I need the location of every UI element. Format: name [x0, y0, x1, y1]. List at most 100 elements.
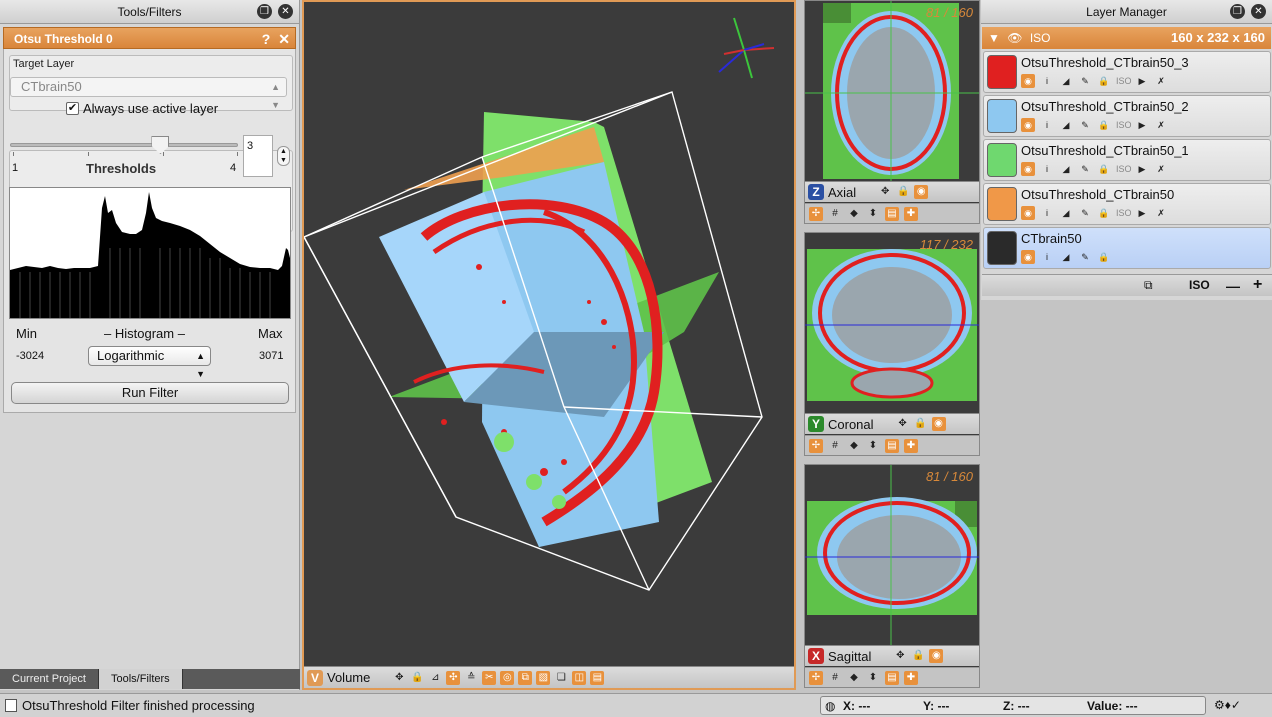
axial-viewer[interactable]: 81 / 160 Z Axial ✥ 🔒 ◉ ✢ # ◆ ⬍ ▤ ✚: [804, 0, 980, 224]
opacity-icon[interactable]: ◢: [1059, 118, 1073, 132]
info-icon[interactable]: i: [1040, 74, 1054, 88]
opacity-icon[interactable]: ◢: [1059, 74, 1073, 88]
coronal-view-name[interactable]: Coronal: [828, 417, 874, 432]
flip-vertical-icon[interactable]: ⬍: [866, 439, 880, 453]
info-icon[interactable]: i: [1040, 162, 1054, 176]
thresholds-input[interactable]: 3: [243, 135, 273, 177]
mask-layer-icon[interactable]: [987, 187, 1017, 221]
bbox-icon[interactable]: ◫: [572, 670, 587, 685]
message-icon[interactable]: [5, 699, 17, 712]
auto-view-icon[interactable]: ✥: [878, 185, 892, 199]
picking-icon[interactable]: ✢: [809, 438, 823, 453]
info-icon[interactable]: i: [1040, 206, 1054, 220]
overlay-icon[interactable]: ▤: [885, 206, 899, 221]
volume-view-name[interactable]: Volume: [327, 670, 370, 685]
visibility-icon[interactable]: ◉: [931, 417, 946, 431]
layer-row[interactable]: OtsuThreshold_CTbrain50_1 ◉ i ◢ ✎ 🔒 ISO …: [983, 139, 1271, 181]
flip-horizontal-icon[interactable]: ◆: [847, 207, 861, 221]
thresholds-stepper[interactable]: ▲ ▼: [277, 146, 290, 166]
brush-icon[interactable]: ✎: [1078, 118, 1092, 132]
orientation-icon[interactable]: ▧: [536, 670, 551, 685]
iso-label[interactable]: ISO: [1116, 118, 1132, 132]
lock-icon[interactable]: 🔒: [1097, 118, 1111, 132]
lock-icon[interactable]: 🔒: [1097, 250, 1111, 264]
brush-icon[interactable]: ✎: [1078, 74, 1092, 88]
tool-header[interactable]: Otsu Threshold 0 ? ✕: [3, 27, 296, 49]
always-active-row[interactable]: ✔ Always use active layer: [66, 101, 218, 116]
flip-vertical-icon[interactable]: ⬍: [866, 207, 880, 221]
compute-iso-icon[interactable]: ▶: [1135, 162, 1149, 176]
picking-icon[interactable]: ✢: [809, 206, 823, 221]
slice-lines-icon[interactable]: ✚: [904, 670, 918, 685]
add-layer-button[interactable]: +: [1253, 276, 1262, 294]
delete-iso-icon[interactable]: ✗: [1154, 206, 1168, 220]
opacity-icon[interactable]: ◢: [1059, 206, 1073, 220]
info-icon[interactable]: i: [1040, 250, 1054, 264]
always-active-checkbox[interactable]: ✔: [66, 102, 79, 115]
visibility-icon[interactable]: ◉: [1021, 250, 1035, 264]
flip-vertical-icon[interactable]: ⬍: [866, 671, 880, 685]
layer-row-selected[interactable]: CTbrain50 ◉ i ◢ ✎ 🔒: [983, 227, 1271, 269]
clip-icon[interactable]: ✂: [482, 670, 497, 685]
opacity-icon[interactable]: ◢: [1059, 250, 1073, 264]
undock-icon[interactable]: ❐: [1230, 4, 1245, 19]
sagittal-viewer[interactable]: 81 / 160 X Sagittal ✥ 🔒 ◉ ✢ # ◆ ⬍ ▤ ✚: [804, 464, 980, 688]
lock-icon[interactable]: 🔒: [1097, 162, 1111, 176]
snapshot-icon[interactable]: ▤: [590, 670, 605, 685]
lock-icon[interactable]: 🔒: [1097, 206, 1111, 220]
coronal-viewer[interactable]: 117 / 232 Y Coronal ✥ 🔒 ◉ ✢ # ◆ ⬍ ▤ ✚: [804, 232, 980, 456]
iso-label[interactable]: ISO: [1116, 162, 1132, 176]
iso-icon[interactable]: ◎: [500, 670, 515, 685]
iso-label[interactable]: ISO: [1116, 206, 1132, 220]
visibility-icon[interactable]: ◉: [929, 649, 944, 663]
visibility-icon[interactable]: ◉: [1021, 162, 1035, 176]
layer-row[interactable]: OtsuThreshold_CTbrain50_2 ◉ i ◢ ✎ 🔒 ISO …: [983, 95, 1271, 137]
light-icon[interactable]: ⊿: [428, 671, 442, 685]
grid-icon[interactable]: ≙: [464, 671, 478, 685]
visibility-icon[interactable]: ◉: [1021, 118, 1035, 132]
layer-row[interactable]: OtsuThreshold_CTbrain50_3 ◉ i ◢ ✎ 🔒 ISO …: [983, 51, 1271, 93]
delete-iso-icon[interactable]: ✗: [1154, 162, 1168, 176]
visibility-icon[interactable]: ◉: [914, 185, 929, 199]
status-tools-icon[interactable]: ⚙♦✓: [1214, 698, 1241, 712]
lock-icon[interactable]: 🔒: [911, 649, 925, 663]
lock-icon[interactable]: 🔒: [914, 417, 928, 431]
grid-icon[interactable]: #: [828, 439, 842, 453]
flip-horizontal-icon[interactable]: ◆: [847, 671, 861, 685]
overlay-icon[interactable]: ▤: [885, 438, 899, 453]
axial-view-name[interactable]: Axial: [828, 185, 856, 200]
run-filter-button[interactable]: Run Filter: [11, 382, 289, 404]
mask-layer-icon[interactable]: [987, 143, 1017, 177]
tab-tools-filters[interactable]: Tools/Filters: [98, 669, 183, 689]
remove-layer-button[interactable]: —: [1226, 278, 1240, 294]
lock-icon[interactable]: 🔒: [1097, 74, 1111, 88]
close-icon[interactable]: ✕: [278, 4, 293, 19]
undock-icon[interactable]: ❐: [257, 4, 272, 19]
lock-icon[interactable]: 🔒: [896, 185, 910, 199]
overlay-icon[interactable]: ▤: [885, 670, 899, 685]
grid-icon[interactable]: #: [828, 671, 842, 685]
volume-viewer[interactable]: V Volume ✥ 🔒 ⊿ ✣ ≙ ✂ ◎ ⧉ ▧ ❏ ◫ ▤: [302, 0, 796, 690]
overlay-icon[interactable]: ❏: [554, 671, 568, 685]
auto-view-icon[interactable]: ✥: [896, 417, 910, 431]
histogram[interactable]: [9, 187, 291, 319]
thresholds-slider-track[interactable]: [10, 143, 238, 147]
delete-iso-icon[interactable]: ✗: [1154, 118, 1168, 132]
slice-lines-icon[interactable]: ✚: [904, 438, 918, 453]
footer-iso-button[interactable]: ISO: [1189, 278, 1210, 292]
visibility-icon[interactable]: ◉: [1021, 74, 1035, 88]
histogram-scale-select[interactable]: Logarithmic ▲ ▼: [88, 346, 211, 379]
duplicate-layer-icon[interactable]: ⧉: [1144, 278, 1153, 293]
slice-lines-icon[interactable]: ✚: [904, 206, 918, 221]
layer-group-header[interactable]: ▼ 👁 ISO 160 x 232 x 160: [982, 27, 1271, 49]
info-icon[interactable]: i: [1040, 118, 1054, 132]
close-icon[interactable]: ✕: [1251, 4, 1266, 19]
layer-row[interactable]: OtsuThreshold_CTbrain50 ◉ i ◢ ✎ 🔒 ISO ▶ …: [983, 183, 1271, 225]
mask-layer-icon[interactable]: [987, 99, 1017, 133]
flip-horizontal-icon[interactable]: ◆: [847, 439, 861, 453]
visibility-icon[interactable]: ◉: [1021, 206, 1035, 220]
globe-icon[interactable]: ◍: [825, 699, 835, 713]
close-tool-icon[interactable]: ✕: [278, 28, 290, 50]
brush-icon[interactable]: ✎: [1078, 162, 1092, 176]
picking-icon[interactable]: ✢: [809, 670, 823, 685]
